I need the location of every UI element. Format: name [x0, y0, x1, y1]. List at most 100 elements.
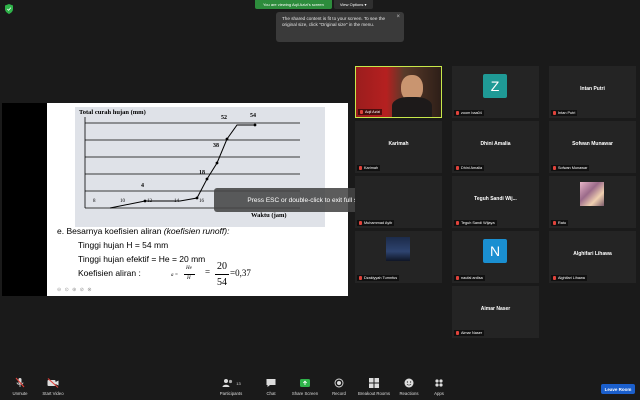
- breakout-rooms-button[interactable]: Breakout Rooms: [354, 377, 394, 396]
- formula-a: a =: [171, 273, 179, 278]
- participant-name: Alghifari Lihawa: [558, 276, 585, 280]
- participant-name-tag: zoom baa04: [454, 110, 484, 116]
- formula-num: He: [186, 266, 192, 271]
- line-e-text: e. Besarnya koefisien aliran: [57, 226, 162, 236]
- chat-icon: [266, 379, 276, 387]
- participant-tile-sofwan-munawar[interactable]: Sofwan Munawar Sofwan Munawar: [549, 121, 636, 173]
- participant-tile-aimar-naser[interactable]: Aimar Naser Aimar Naser: [452, 286, 539, 338]
- participant-tile-alghifari-lihawa[interactable]: Alghifari Lihawa Alghifari Lihawa: [549, 231, 636, 283]
- participant-name: Dhini Amalia: [461, 166, 483, 170]
- fraction-bar: [184, 274, 195, 275]
- participant-display-name: Aimar Naser: [480, 306, 511, 312]
- profile-photo: [580, 182, 604, 206]
- formula: a = He H = 20 54 =0,37: [169, 261, 279, 293]
- profile-photo: [386, 237, 410, 261]
- mic-muted-icon: [359, 276, 362, 280]
- slide-line-h: Tinggi hujan H = 54 mm: [78, 240, 169, 250]
- point-label-54: 54: [250, 113, 256, 119]
- chevron-down-icon: ▾: [364, 2, 367, 7]
- participant-name-tag: Aqil Azizi: [358, 109, 383, 115]
- participant-tile-ratu[interactable]: Ratu: [549, 176, 636, 228]
- participant-name: zoom baa04: [461, 111, 482, 115]
- participant-tile-zoom-baa04[interactable]: Z zoom baa04: [452, 66, 539, 118]
- participant-name-tag: Karimah: [357, 165, 381, 171]
- record-icon: [334, 378, 344, 388]
- record-label: Record: [332, 391, 346, 396]
- slide-line-koef: Koefisien aliran :: [78, 268, 141, 278]
- video-off-icon: [47, 378, 59, 388]
- avatar-initial: Z: [490, 78, 500, 94]
- start-video-button[interactable]: Start Video: [33, 377, 73, 396]
- slide-controls[interactable]: ⊖ ⊙ ⊕ ⊘ ⊗: [57, 287, 93, 293]
- participant-name-tag: Aimar Naser: [454, 330, 485, 336]
- reactions-icon: [404, 378, 414, 388]
- security-shield-icon[interactable]: [5, 4, 13, 14]
- presenter-body: [392, 97, 432, 117]
- participants-label: Participants: [219, 391, 243, 396]
- participant-name-tag: naufal ardisa: [454, 275, 485, 281]
- participant-name: Karimah: [364, 166, 379, 170]
- participant-count: 13: [236, 380, 241, 386]
- participant-name-tag: Muhammad Ayib: [357, 220, 395, 226]
- participant-name: Dzakiyyah Tumnfus: [364, 276, 398, 280]
- participant-name-tag: Sofwan Munawar: [551, 165, 590, 171]
- participant-name-tag: Intan Putri: [551, 110, 578, 116]
- participant-tile-muhammad-ayib[interactable]: Muhammad Ayib: [355, 176, 442, 228]
- mic-muted-icon: [456, 111, 459, 115]
- y-axis-title: Total curah hujan (mm): [79, 109, 146, 116]
- fit-screen-tooltip: The shared content is fit to your screen…: [276, 12, 404, 42]
- formula-den: H: [187, 276, 191, 281]
- participant-name: Aqil Azizi: [365, 110, 381, 114]
- participant-name-tag: Teguh Sandi Wijaya: [454, 220, 497, 226]
- record-button[interactable]: Record: [319, 377, 359, 396]
- x-tick-10: 10: [120, 199, 125, 204]
- viewing-banner: You are viewing Aqil Azizi's screen View…: [255, 0, 373, 9]
- x-tick-8: 8: [93, 199, 96, 204]
- meeting-toolbar: Unmute Start Video 13 Participants Chat …: [0, 374, 640, 400]
- x-tick-16: 16: [199, 199, 204, 204]
- view-options-button[interactable]: View Options ▾: [333, 0, 373, 9]
- participant-display-name: Alghifari Lihawa: [573, 251, 612, 257]
- mic-muted-icon: [553, 111, 556, 115]
- participant-name: Teguh Sandi Wijaya: [461, 221, 495, 225]
- apps-button[interactable]: Apps: [419, 377, 459, 396]
- point-label-18: 18: [199, 170, 205, 176]
- mic-muted-icon: [553, 276, 556, 280]
- participant-tile-teguh-sandi-wijaya[interactable]: Teguh Sandi Wij... Teguh Sandi Wijaya: [452, 176, 539, 228]
- point-label-52: 52: [221, 115, 227, 121]
- participant-tile-dzakiyyah[interactable]: Dzakiyyah Tumnfus: [355, 231, 442, 283]
- mic-muted-icon: [359, 166, 362, 170]
- participant-name-tag: Dhini Amalia: [454, 165, 485, 171]
- apps-icon: [435, 379, 443, 387]
- avatar-initial: N: [489, 243, 501, 259]
- point-label-4: 4: [141, 183, 144, 189]
- participants-button[interactable]: 13 Participants: [211, 377, 251, 396]
- close-icon[interactable]: ×: [396, 14, 400, 20]
- zoom-meeting-window: You are viewing Aqil Azizi's screen View…: [0, 0, 640, 400]
- viewing-status: You are viewing Aqil Azizi's screen: [255, 0, 332, 9]
- avatar: Z: [483, 74, 507, 98]
- participants-icon: [222, 379, 233, 387]
- x-tick-12: 12: [147, 199, 152, 204]
- mic-muted-icon: [553, 166, 556, 170]
- x-tick-14: 14: [174, 199, 179, 204]
- participant-name: Aimar Naser: [461, 331, 483, 335]
- participant-tile-naufal-ardisa[interactable]: N naufal ardisa: [452, 231, 539, 283]
- formula-result: =0,37: [230, 268, 251, 278]
- share-screen-icon: [300, 379, 310, 387]
- participant-name-tag: Ratu: [551, 220, 569, 226]
- x-axis-title: Waktu (jam): [251, 212, 287, 219]
- leave-room-button[interactable]: Leave Room: [601, 384, 635, 394]
- avatar: N: [483, 239, 507, 263]
- mic-muted-icon: [456, 221, 459, 225]
- participant-display-name: Intan Putri: [580, 86, 605, 92]
- participant-tile-intan-putri[interactable]: Intan Putri Intan Putri: [549, 66, 636, 118]
- participant-tile-karimah[interactable]: Karimah Karimah: [355, 121, 442, 173]
- mic-muted-icon: [456, 331, 459, 335]
- mic-muted-icon: [553, 221, 556, 225]
- participant-tile-aqil-azizi[interactable]: Aqil Azizi: [355, 66, 442, 118]
- participant-name: Intan Putri: [558, 111, 576, 115]
- mic-muted-icon: [360, 110, 363, 114]
- participant-tile-dhini-amalia[interactable]: Dhini Amalia Dhini Amalia: [452, 121, 539, 173]
- mic-muted-icon: [456, 166, 459, 170]
